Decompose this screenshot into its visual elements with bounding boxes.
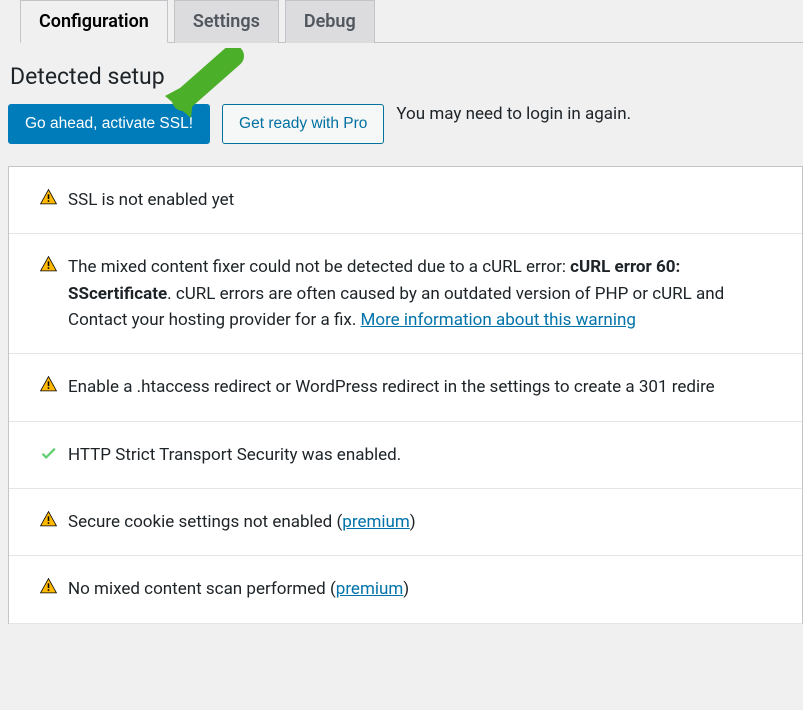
checkmark-icon [39,443,58,462]
status-text-fragment: Secure cookie settings not enabled ( [68,512,342,532]
get-pro-button[interactable]: Get ready with Pro [222,104,384,144]
status-bold: certificate [89,284,167,304]
tab-settings[interactable]: Settings [174,0,279,43]
status-text-fragment: Enable a .htaccess redirect or WordPress… [68,377,715,397]
activate-ssl-button[interactable]: Go ahead, activate SSL! [8,104,210,144]
tab-configuration[interactable]: Configuration [20,0,168,43]
status-item: Secure cookie settings not enabled (prem… [9,489,802,556]
status-text: The mixed content fixer could not be det… [68,254,772,333]
warning-icon [39,577,58,596]
status-item: No mixed content scan performed (premium… [9,556,802,623]
status-text: No mixed content scan performed (premium… [68,576,409,602]
status-text-fragment: ) [410,512,416,532]
status-list: SSL is not enabled yet The mixed content … [8,166,803,624]
tab-bar: Configuration Settings Debug [20,0,803,43]
section-heading: Detected setup [10,63,803,90]
status-link[interactable]: More information about this warning [361,310,636,330]
status-text-fragment: ) [403,579,409,599]
status-text-fragment: Contact your hosting provider for a fix. [68,310,361,330]
status-text-fragment: HTTP Strict Transport Security was enabl… [68,445,401,465]
action-row: Go ahead, activate SSL! Get ready with P… [8,104,803,144]
status-text-fragment: SSL is not enabled yet [68,190,234,210]
warning-icon [39,255,58,274]
warning-icon [39,188,58,207]
status-item: HTTP Strict Transport Security was enabl… [9,422,802,489]
warning-icon [39,510,58,529]
status-link[interactable]: premium [342,512,410,532]
status-link[interactable]: premium [336,579,404,599]
status-text: Enable a .htaccess redirect or WordPress… [68,374,715,400]
warning-icon [39,375,58,394]
status-text-fragment: . cURL errors are often caused by an out… [167,284,724,304]
login-note: You may need to login in again. [396,104,631,124]
status-text-fragment: No mixed content scan performed ( [68,579,336,599]
status-item: The mixed content fixer could not be det… [9,234,802,354]
tab-debug[interactable]: Debug [285,0,375,43]
status-item: Enable a .htaccess redirect or WordPress… [9,354,802,421]
status-text: SSL is not enabled yet [68,187,234,213]
status-text-fragment: The mixed content fixer could not be det… [68,257,570,277]
status-text: HTTP Strict Transport Security was enabl… [68,442,401,468]
status-item: SSL is not enabled yet [9,167,802,234]
status-text: Secure cookie settings not enabled (prem… [68,509,416,535]
